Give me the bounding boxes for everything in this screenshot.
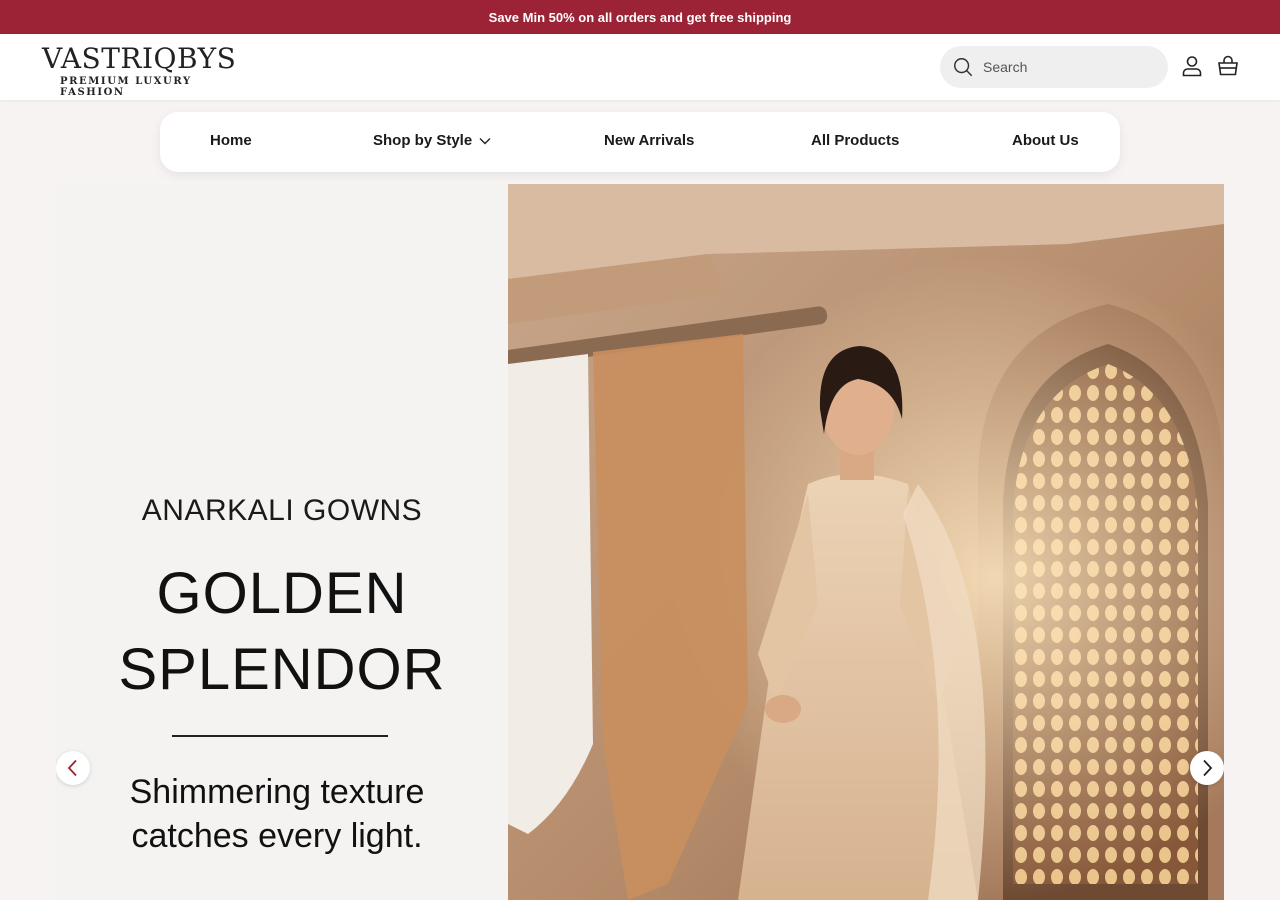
carousel-next-button[interactable] (1190, 751, 1224, 785)
chevron-right-icon (1203, 759, 1213, 777)
account-icon[interactable] (1180, 54, 1204, 78)
announcement-bar: Save Min 50% on all orders and get free … (0, 0, 1280, 34)
nav-item-label: All Products (811, 132, 900, 149)
hero-eyebrow: ANARKALI GOWNS (141, 494, 423, 527)
nav-item-label: Home (210, 132, 252, 149)
nav-item-label: About Us (1012, 132, 1079, 149)
chevron-down-icon (479, 137, 491, 144)
hero-title: GOLDEN SPLENDOR (56, 556, 508, 708)
nav-item-shop-by-style[interactable]: Shop by Style (373, 132, 491, 149)
search-icon[interactable] (952, 56, 974, 78)
cart-icon[interactable] (1216, 54, 1240, 78)
hero-tagline: Shimmering texture catches every light. (56, 770, 498, 858)
logo-wordmark: VASTRIQBYS (42, 42, 237, 75)
search-box[interactable] (940, 46, 1168, 88)
hero-tagline-line: Shimmering texture (129, 773, 425, 811)
hero-tagline-line: catches every light. (131, 817, 423, 855)
nav-item-all-products[interactable]: All Products (811, 132, 899, 149)
hero-title-line: SPLENDOR (118, 637, 446, 702)
search-input[interactable] (983, 59, 1153, 75)
hero-text-panel: ANARKALI GOWNS GOLDEN SPLENDOR Shimmerin… (56, 184, 508, 900)
brand-logo[interactable]: VASTRIQBYS PREMIUM LUXURY FASHION (42, 42, 242, 99)
logo-tagline: PREMIUM LUXURY FASHION (60, 76, 192, 98)
nav-item-home[interactable]: Home (210, 132, 252, 149)
nav-item-label: New Arrivals (604, 132, 695, 149)
site-header: VASTRIQBYS PREMIUM LUXURY FASHION (0, 34, 1280, 100)
hero-divider (172, 735, 388, 737)
nav-item-label: Shop by Style (373, 132, 473, 149)
carousel-prev-button[interactable] (56, 751, 90, 785)
nav-item-new-arrivals[interactable]: New Arrivals (604, 132, 694, 149)
chevron-left-icon (67, 759, 77, 777)
announcement-text: Save Min 50% on all orders and get free … (488, 9, 792, 25)
hero-photo (508, 184, 1224, 900)
main-navigation: Home Shop by Style New Arrivals All Prod… (160, 112, 1120, 172)
hero-banner[interactable]: ANARKALI GOWNS GOLDEN SPLENDOR Shimmerin… (56, 184, 1224, 900)
hero-title-line: GOLDEN (156, 561, 408, 626)
nav-item-about-us[interactable]: About Us (1012, 132, 1079, 149)
